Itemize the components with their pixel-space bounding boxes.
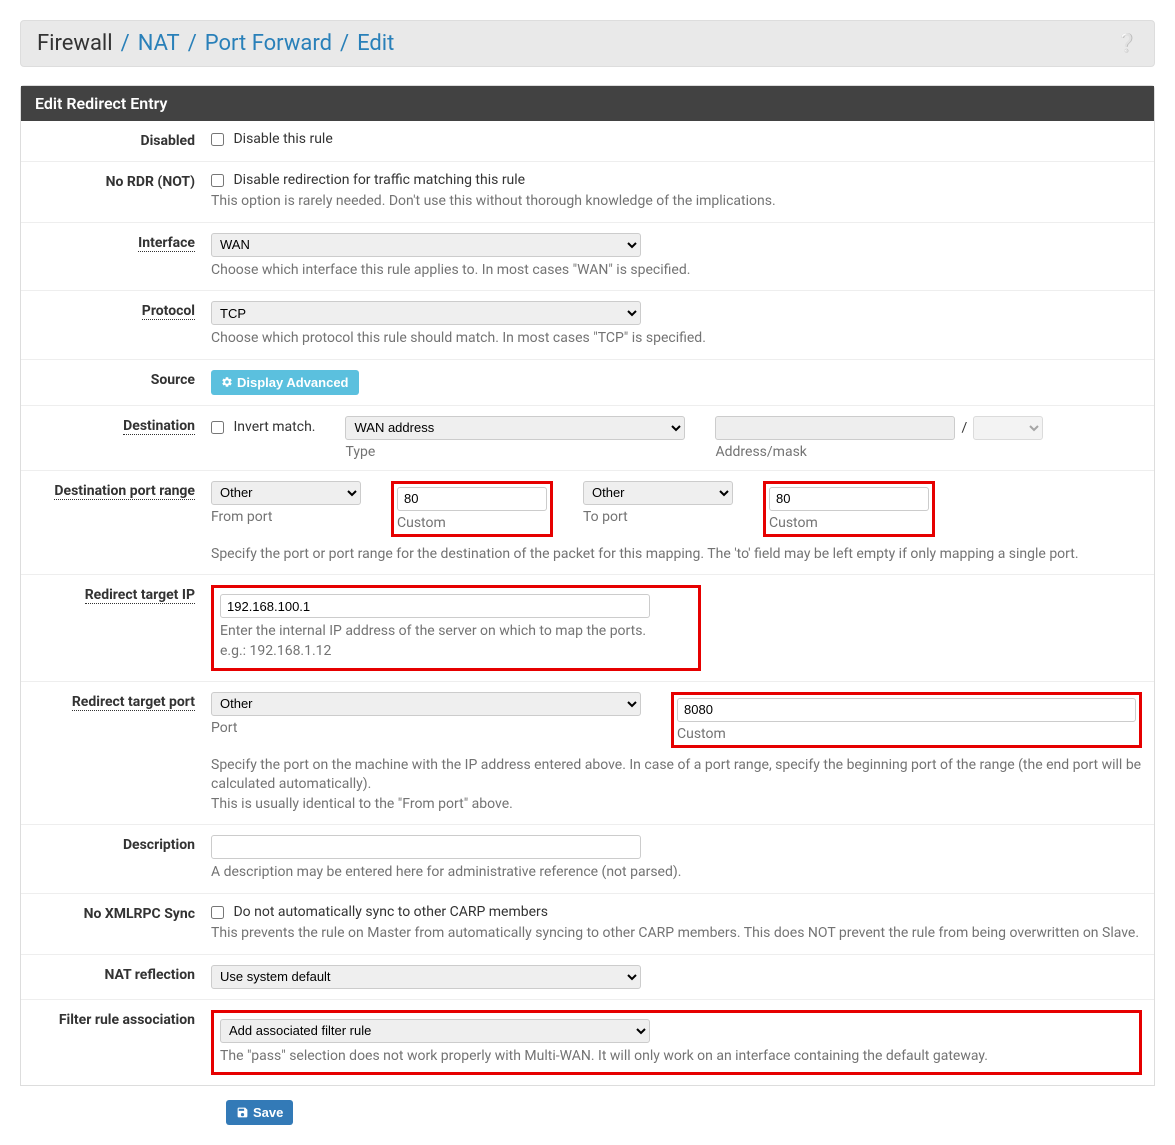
label-destination: Destination [123,418,195,435]
interface-select[interactable]: WAN [211,233,641,257]
breadcrumb-edit[interactable]: Edit [357,31,394,56]
disabled-checkbox-wrap[interactable]: Disable this rule [211,131,333,147]
to-port-label: To port [583,509,733,525]
to-custom-input[interactable] [769,487,929,511]
description-input[interactable] [211,835,641,859]
row-redirect-ip: Redirect target IP Enter the internal IP… [21,574,1154,680]
description-help: A description may be entered here for ad… [211,863,1142,883]
redirect-custom-label: Custom [677,726,1136,742]
redirect-ip-highlight: Enter the internal IP address of the ser… [211,585,701,670]
save-button-label: Save [253,1105,283,1120]
label-dest-port-range: Destination port range [54,483,195,500]
label-description: Description [123,837,195,853]
breadcrumb: Firewall / NAT / Port Forward / Edit [37,31,394,56]
row-source: Source Display Advanced [21,359,1154,405]
row-interface: Interface WAN Choose which interface thi… [21,222,1154,291]
row-destination: Destination Invert match. WAN address Ty… [21,405,1154,470]
row-dest-port-range: Destination port range Other From port C… [21,470,1154,575]
label-redirect-port: Redirect target port [72,694,195,711]
breadcrumb-bar: Firewall / NAT / Port Forward / Edit ❔ [20,20,1155,67]
redirect-port-select[interactable]: Other [211,692,641,716]
no-rdr-checkbox[interactable] [211,174,224,187]
no-rdr-checkbox-wrap[interactable]: Disable redirection for traffic matching… [211,172,525,188]
redirect-port-label: Port [211,720,641,736]
protocol-help: Choose which protocol this rule should m… [211,329,1142,349]
port-range-help: Specify the port or port range for the d… [211,545,1142,565]
breadcrumb-sep: / [121,31,130,56]
invert-match-checkbox[interactable] [211,421,224,434]
redirect-port-help2: This is usually identical to the "From p… [211,795,1142,815]
panel-title: Edit Redirect Entry [21,86,1154,121]
redirect-custom-highlight: Custom [671,692,1142,748]
save-button[interactable]: Save [226,1100,293,1125]
row-description: Description A description may be entered… [21,824,1154,893]
label-nat-reflection: NAT reflection [104,967,195,983]
from-custom-highlight: Custom [391,481,553,537]
no-xmlrpc-help: This prevents the rule on Master from au… [211,924,1142,944]
dest-address-input [715,416,955,440]
breadcrumb-firewall[interactable]: Firewall [37,31,113,56]
gear-icon [221,376,233,388]
row-protocol: Protocol TCP Choose which protocol this … [21,290,1154,359]
row-no-xmlrpc: No XMLRPC Sync Do not automatically sync… [21,893,1154,954]
dest-mask-select [973,416,1043,440]
no-rdr-check-label: Disable redirection for traffic matching… [233,172,525,188]
label-redirect-ip: Redirect target IP [85,587,195,604]
dest-addr-label: Address/mask [715,444,1043,460]
no-rdr-help: This option is rarely needed. Don't use … [211,192,1142,212]
label-no-xmlrpc: No XMLRPC Sync [84,906,195,922]
save-icon [236,1106,249,1119]
row-filter-assoc: Filter rule association Add associated f… [21,999,1154,1086]
to-custom-highlight: Custom [763,481,935,537]
label-disabled: Disabled [140,133,195,149]
breadcrumb-sep: / [340,31,349,56]
filter-assoc-select[interactable]: Add associated filter rule [220,1019,650,1043]
label-source: Source [151,372,195,388]
label-interface: Interface [138,235,195,252]
breadcrumb-nat[interactable]: NAT [138,31,180,56]
from-port-select[interactable]: Other [211,481,361,505]
breadcrumb-sep: / [188,31,197,56]
protocol-select[interactable]: TCP [211,301,641,325]
row-disabled: Disabled Disable this rule [21,121,1154,161]
redirect-custom-input[interactable] [677,698,1136,722]
from-port-label: From port [211,509,361,525]
redirect-ip-help1: Enter the internal IP address of the ser… [220,622,688,642]
row-nat-reflection: NAT reflection Use system default [21,954,1154,999]
display-advanced-label: Display Advanced [237,375,349,390]
row-no-rdr: No RDR (NOT) Disable redirection for tra… [21,161,1154,222]
label-protocol: Protocol [142,303,195,320]
invert-match-label: Invert match. [233,419,315,435]
label-filter-assoc: Filter rule association [59,1012,195,1028]
from-custom-label: Custom [397,515,547,531]
interface-help: Choose which interface this rule applies… [211,261,1142,281]
no-xmlrpc-checkbox[interactable] [211,906,224,919]
filter-assoc-highlight: Add associated filter rule The "pass" se… [211,1010,1142,1076]
dest-type-select[interactable]: WAN address [345,416,685,440]
dest-type-label: Type [345,444,685,460]
redirect-ip-input[interactable] [220,594,650,618]
disabled-check-label: Disable this rule [233,131,332,147]
display-advanced-button[interactable]: Display Advanced [211,370,359,395]
filter-assoc-help: The "pass" selection does not work prope… [220,1047,1133,1067]
to-port-select[interactable]: Other [583,481,733,505]
redirect-port-help1: Specify the port on the machine with the… [211,756,1142,795]
help-icon[interactable]: ❔ [1116,33,1138,54]
no-xmlrpc-check-label: Do not automatically sync to other CARP … [233,904,548,920]
redirect-ip-help2: e.g.: 192.168.1.12 [220,642,688,662]
panel-edit-redirect: Edit Redirect Entry Disabled Disable thi… [20,85,1155,1086]
label-no-rdr: No RDR (NOT) [106,174,195,190]
disabled-checkbox[interactable] [211,133,224,146]
invert-match-wrap[interactable]: Invert match. [211,419,315,435]
from-custom-input[interactable] [397,487,547,511]
no-xmlrpc-checkbox-wrap[interactable]: Do not automatically sync to other CARP … [211,904,548,920]
to-custom-label: Custom [769,515,929,531]
dest-slash: / [961,420,967,436]
row-redirect-port: Redirect target port Other Port Custom S… [21,681,1154,825]
nat-reflection-select[interactable]: Use system default [211,965,641,989]
breadcrumb-port-forward[interactable]: Port Forward [205,31,332,56]
